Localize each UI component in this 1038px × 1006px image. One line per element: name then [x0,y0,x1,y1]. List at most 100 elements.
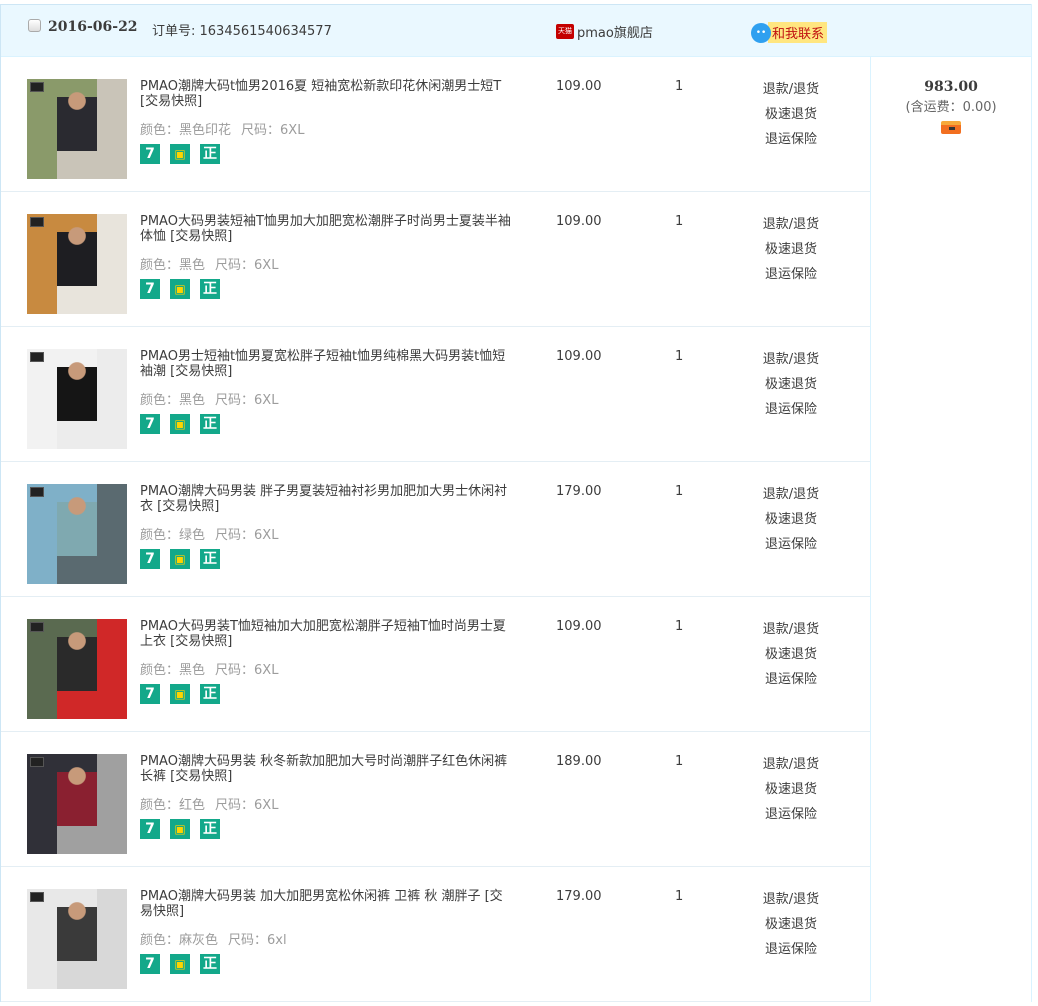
return-insurance-link[interactable]: 退运保险 [741,262,841,287]
wangwang-chat-icon: •• [751,22,771,43]
return-insurance-link[interactable]: 退运保险 [741,127,841,152]
fast-return-link[interactable]: 极速退货 [741,912,841,937]
genuine-guarantee-icon[interactable]: 正 [200,684,220,704]
fast-return-link[interactable]: 极速退货 [741,237,841,262]
seven-day-return-icon[interactable]: 7 [140,684,160,704]
genuine-guarantee-icon[interactable]: 正 [200,144,220,164]
service-badges: 7 ▣ 正 [140,954,220,974]
refund-return-link[interactable]: 退款/退货 [741,212,841,237]
item-list: PMAO潮牌大码t恤男2016夏 短袖宽松新款印花休闲潮男士短T [交易快照] … [1,57,871,1002]
return-insurance-link[interactable]: 退运保险 [741,532,841,557]
item-quantity: 1 [675,889,684,904]
item-quantity: 1 [675,484,684,499]
brand-logo-icon [30,757,44,767]
product-thumbnail[interactable] [27,349,127,449]
order-number: 订单号: 1634561540634577 [152,24,332,39]
return-insurance-link[interactable]: 退运保险 [741,667,841,692]
tmall-icon: 天猫 [556,24,574,39]
refund-return-link[interactable]: 退款/退货 [741,482,841,507]
fast-return-link[interactable]: 极速退货 [741,507,841,532]
service-badges: 7 ▣ 正 [140,279,220,299]
product-title-link[interactable]: PMAO潮牌大码男装 胖子男夏装短袖衬衫男加肥加大男士休闲衬衣 [交易快照] [140,484,515,514]
item-actions: 退款/退货 极速退货 退运保险 [741,212,841,287]
brand-logo-icon [30,217,44,227]
shopping-bag-icon[interactable]: ▣ [170,414,190,434]
seven-day-return-icon[interactable]: 7 [140,279,160,299]
sku-size: 尺码：6XL [215,798,279,813]
product-title-link[interactable]: PMAO潮牌大码男装 加大加肥男宽松休闲裤 卫裤 秋 潮胖子 [交易快照] [140,889,515,919]
product-title-link[interactable]: PMAO大码男装T恤短袖加大加肥宽松潮胖子短袖T恤时尚男士夏上衣 [交易快照] [140,619,515,649]
contact-seller-button[interactable]: •• 和我联系 [751,22,828,43]
genuine-guarantee-icon[interactable]: 正 [200,414,220,434]
sku-size: 尺码：6XL [215,258,279,273]
fast-return-link[interactable]: 极速退货 [741,372,841,397]
refund-return-link[interactable]: 退款/退货 [741,77,841,102]
product-thumbnail[interactable] [27,484,127,584]
refund-return-link[interactable]: 退款/退货 [741,887,841,912]
item-actions: 退款/退货 极速退货 退运保险 [741,617,841,692]
sku-color: 颜色：黑色印花 [140,123,232,138]
shop-link[interactable]: 天猫 pmao旗舰店 [556,22,653,41]
seven-day-return-icon[interactable]: 7 [140,144,160,164]
item-actions: 退款/退货 极速退货 退运保险 [741,482,841,557]
sku-size: 尺码：6xl [228,933,287,948]
order-item-row: PMAO潮牌大码男装 胖子男夏装短袖衬衫男加肥加大男士休闲衬衣 [交易快照] 颜… [1,462,871,597]
shopping-bag-icon[interactable]: ▣ [170,954,190,974]
item-price: 109.00 [556,349,602,364]
order-item-row: PMAO潮牌大码t恤男2016夏 短袖宽松新款印花休闲潮男士短T [交易快照] … [1,57,871,192]
total-amount: 983.00 [924,79,978,95]
fast-return-link[interactable]: 极速退货 [741,642,841,667]
fast-return-link[interactable]: 极速退货 [741,777,841,802]
brand-logo-icon [30,892,44,902]
return-insurance-link[interactable]: 退运保险 [741,397,841,422]
refund-return-link[interactable]: 退款/退货 [741,347,841,372]
product-title-link[interactable]: PMAO潮牌大码男装 秋冬新款加肥加大号时尚潮胖子红色休闲裤长裤 [交易快照] [140,754,515,784]
contact-label: 和我联系 [768,22,828,43]
sku-size: 尺码：6XL [241,123,305,138]
genuine-guarantee-icon[interactable]: 正 [200,954,220,974]
sku-size: 尺码：6XL [215,528,279,543]
genuine-guarantee-icon[interactable]: 正 [200,279,220,299]
service-badges: 7 ▣ 正 [140,684,220,704]
product-thumbnail[interactable] [27,619,127,719]
fast-return-link[interactable]: 极速退货 [741,102,841,127]
refund-return-link[interactable]: 退款/退货 [741,752,841,777]
product-thumbnail[interactable] [27,214,127,314]
order-checkbox[interactable] [28,19,41,32]
return-insurance-link[interactable]: 退运保险 [741,802,841,827]
product-sku: 颜色：红色 尺码：6XL [140,794,278,813]
shopping-bag-icon[interactable]: ▣ [170,144,190,164]
shopping-bag-icon[interactable]: ▣ [170,279,190,299]
product-title-link[interactable]: PMAO大码男装短袖T恤男加大加肥宽松潮胖子时尚男士夏装半袖体恤 [交易快照] [140,214,515,244]
seven-day-return-icon[interactable]: 7 [140,414,160,434]
seven-day-return-icon[interactable]: 7 [140,549,160,569]
seven-day-return-icon[interactable]: 7 [140,819,160,839]
item-quantity: 1 [675,619,684,634]
return-insurance-link[interactable]: 退运保险 [741,937,841,962]
item-quantity: 1 [675,754,684,769]
order-item-row: PMAO大码男装T恤短袖加大加肥宽松潮胖子短袖T恤时尚男士夏上衣 [交易快照] … [1,597,871,732]
product-title-link[interactable]: PMAO潮牌大码t恤男2016夏 短袖宽松新款印花休闲潮男士短T [交易快照] [140,79,515,109]
product-sku: 颜色：黑色 尺码：6XL [140,254,278,273]
brand-logo-icon [30,487,44,497]
item-actions: 退款/退货 极速退货 退运保险 [741,752,841,827]
order-date: 2016-06-22 [48,19,138,35]
product-thumbnail[interactable] [27,754,127,854]
product-sku: 颜色：黑色印花 尺码：6XL [140,119,304,138]
product-title-link[interactable]: PMAO男士短袖t恤男夏宽松胖子短袖t恤男纯棉黑大码男装t恤短袖潮 [交易快照] [140,349,515,379]
item-actions: 退款/退货 极速退货 退运保险 [741,887,841,962]
seven-day-return-icon[interactable]: 7 [140,954,160,974]
genuine-guarantee-icon[interactable]: 正 [200,819,220,839]
shopping-bag-icon[interactable]: ▣ [170,549,190,569]
product-thumbnail[interactable] [27,79,127,179]
brand-logo-icon [30,82,44,92]
item-actions: 退款/退货 极速退货 退运保险 [741,347,841,422]
refund-return-link[interactable]: 退款/退货 [741,617,841,642]
product-thumbnail[interactable] [27,889,127,989]
shopping-bag-icon[interactable]: ▣ [170,819,190,839]
shopping-bag-icon[interactable]: ▣ [170,684,190,704]
order-item-row: PMAO男士短袖t恤男夏宽松胖子短袖t恤男纯棉黑大码男装t恤短袖潮 [交易快照]… [1,327,871,462]
service-badges: 7 ▣ 正 [140,414,220,434]
genuine-guarantee-icon[interactable]: 正 [200,549,220,569]
sku-color: 颜色：黑色 [140,663,206,678]
